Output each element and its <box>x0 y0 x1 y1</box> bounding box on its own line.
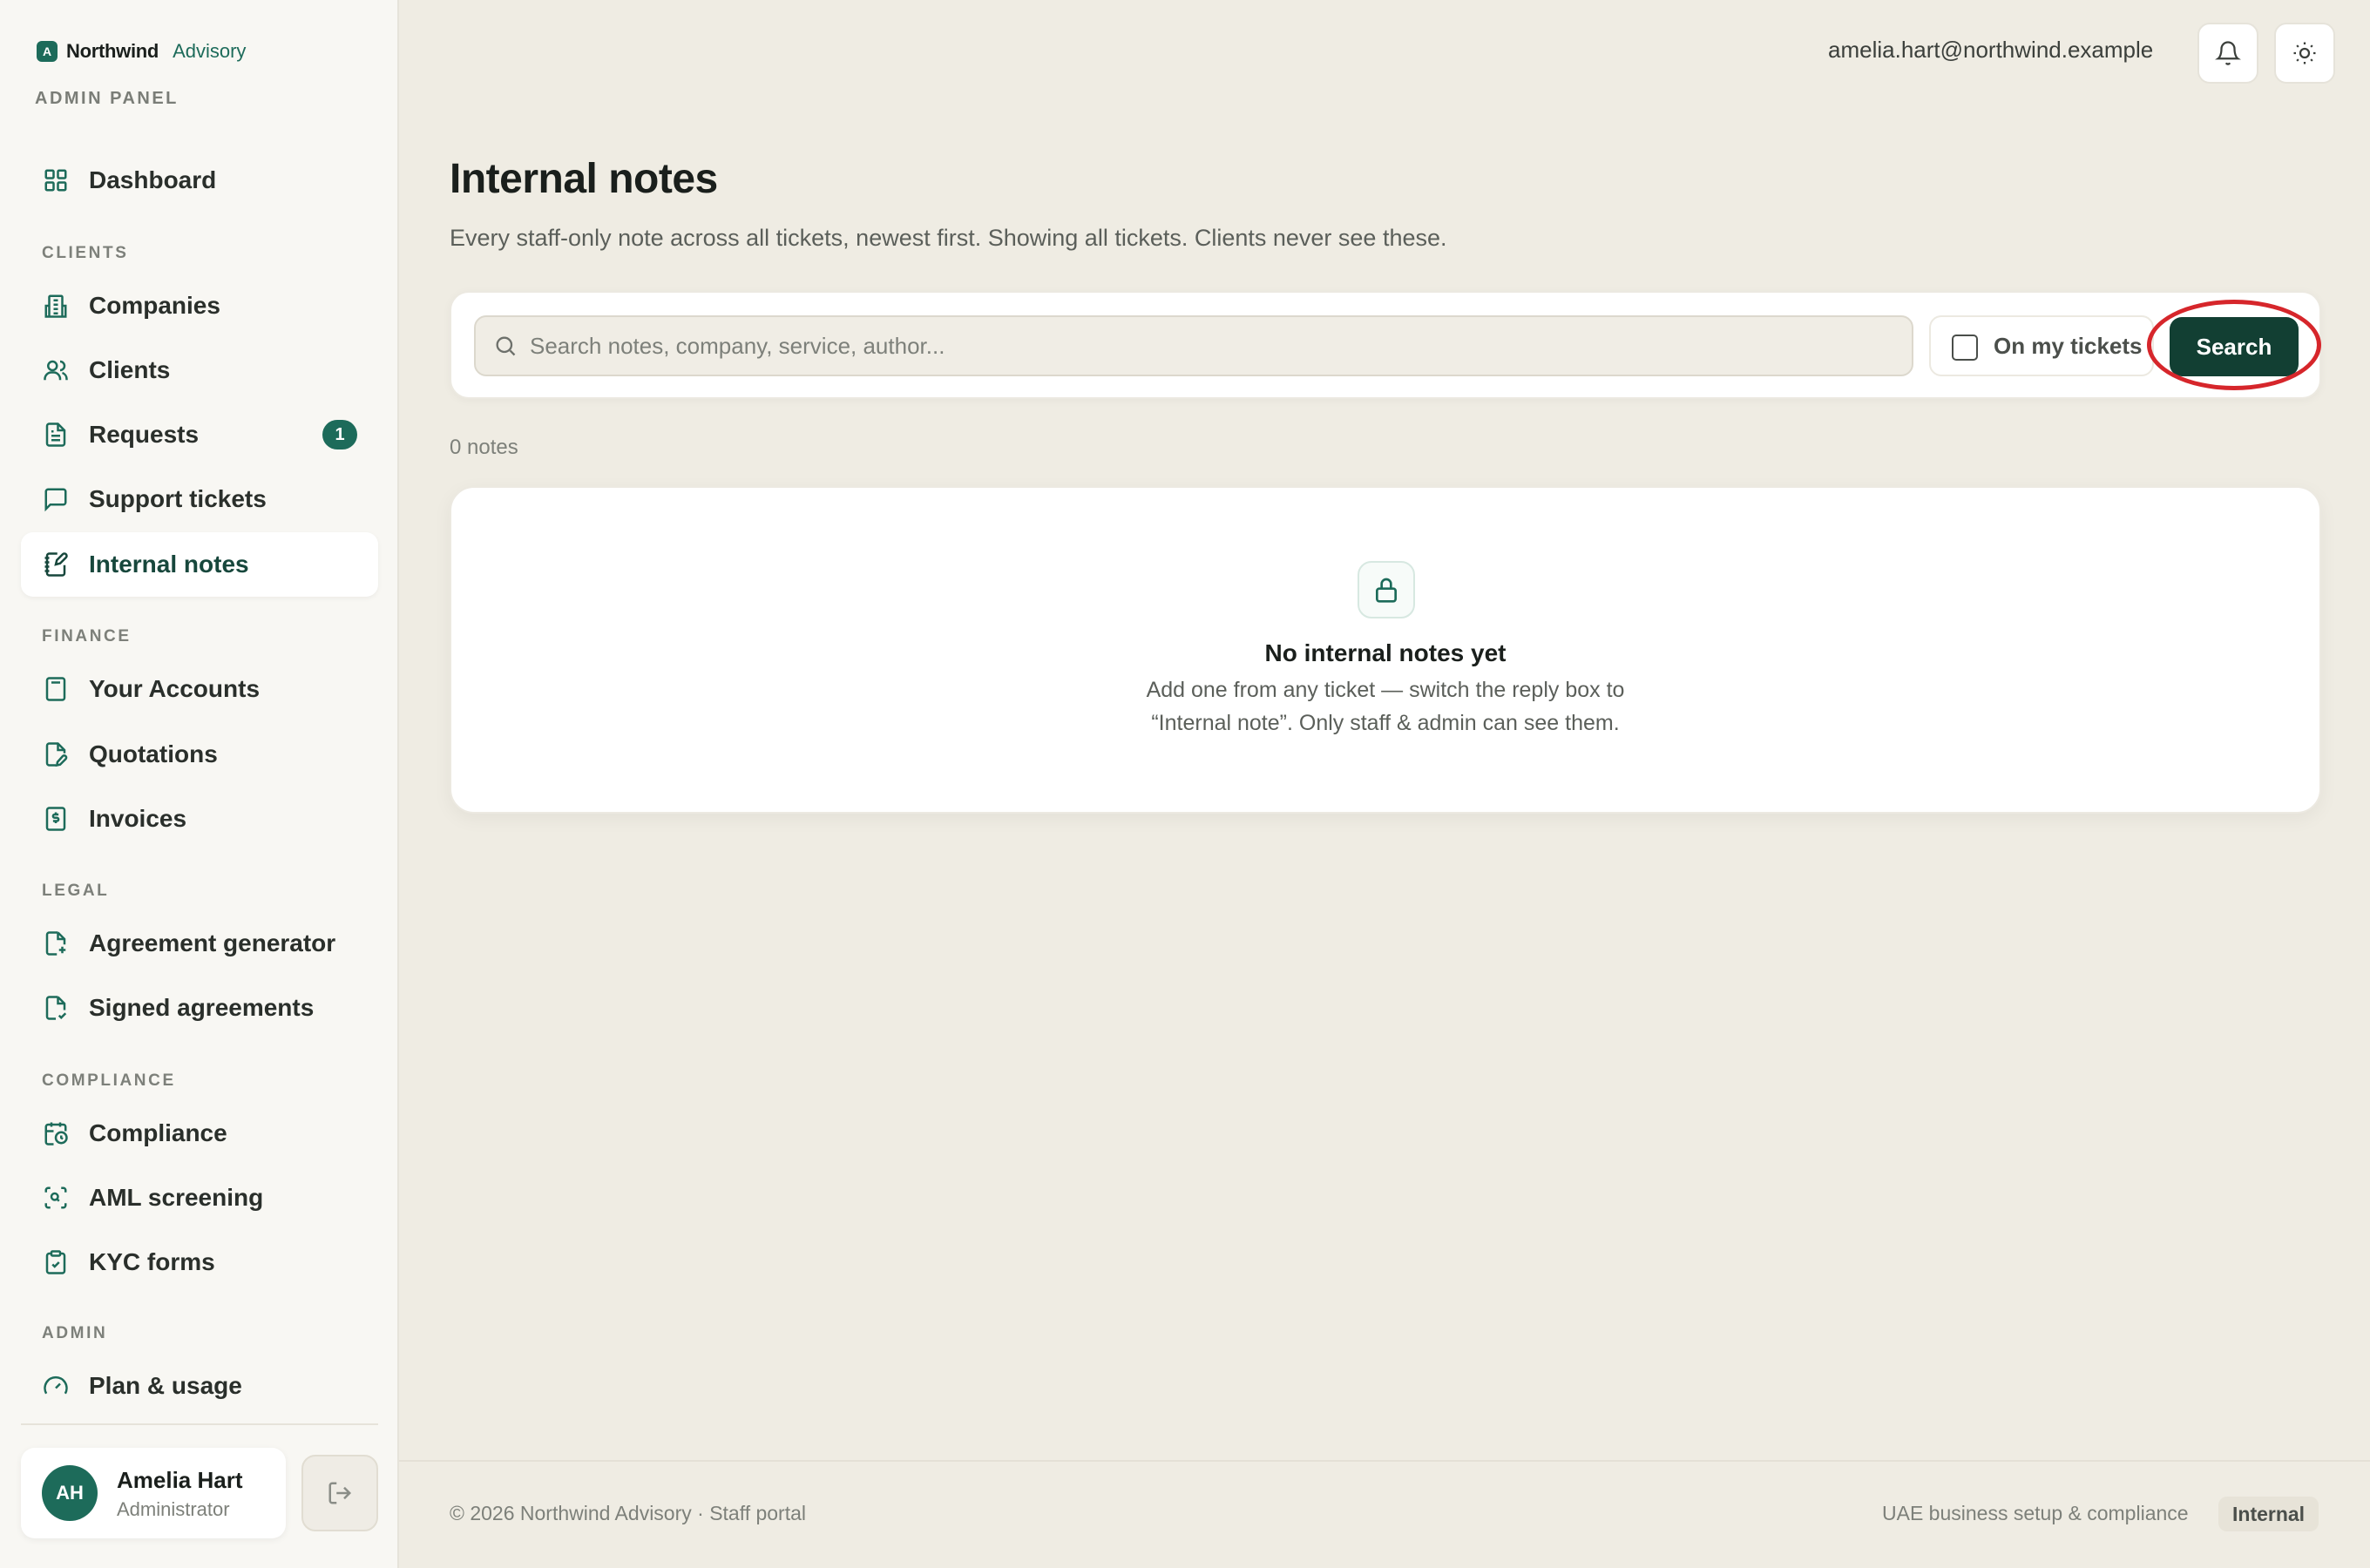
users-icon <box>42 356 70 384</box>
brand-name: Northwind <box>66 40 159 62</box>
sidebar-item-invoices[interactable]: Invoices <box>21 787 378 851</box>
sidebar-item-label: KYC forms <box>89 1248 215 1275</box>
on-my-tickets-label: On my tickets <box>1994 333 2143 359</box>
admin-panel-label: ADMIN PANEL <box>35 89 179 108</box>
search-field[interactable] <box>474 315 1913 376</box>
sidebar-item-kyc-forms[interactable]: KYC forms <box>21 1230 378 1294</box>
sidebar-item-aml-screening[interactable]: AML screening <box>21 1166 378 1230</box>
section-legal: LEGAL <box>42 882 110 900</box>
sidebar-item-label: Your Accounts <box>89 675 261 702</box>
search-icon <box>493 334 518 358</box>
notebook-icon <box>42 551 70 578</box>
gauge-icon <box>42 1372 70 1400</box>
document-icon <box>42 421 70 449</box>
page-subtitle: Every staff-only note across all tickets… <box>450 225 1447 251</box>
empty-state-title: No internal notes yet <box>1264 639 1507 666</box>
sidebar-item-your-accounts[interactable]: Your Accounts <box>21 657 378 721</box>
sidebar-item-label: Quotations <box>89 740 218 767</box>
lock-icon <box>1372 576 1400 604</box>
sidebar-item-label: Requests <box>89 421 200 448</box>
sidebar-item-label: Invoices <box>89 805 187 832</box>
section-compliance: COMPLIANCE <box>42 1071 176 1090</box>
sidebar-item-label: Companies <box>89 292 220 319</box>
notifications-button[interactable] <box>2197 23 2258 84</box>
footer-internal-badge: Internal <box>2218 1497 2319 1531</box>
user-card[interactable]: AH Amelia Hart Administrator <box>21 1448 286 1538</box>
sidebar-item-requests[interactable]: Requests 1 <box>21 402 378 467</box>
calendar-clock-icon <box>42 1119 70 1147</box>
sidebar-item-label: Agreement generator <box>89 929 336 956</box>
section-finance: FINANCE <box>42 627 132 645</box>
section-admin: ADMIN <box>42 1324 108 1342</box>
section-clients: CLIENTS <box>42 244 129 262</box>
brand[interactable]: A Northwind Advisory <box>37 40 246 63</box>
page-title: Internal notes <box>450 156 718 202</box>
footer-divider <box>399 1460 2370 1462</box>
sidebar-item-label: Support tickets <box>89 485 267 512</box>
empty-state-text-line2: “Internal note”. Only staff & admin can … <box>1151 711 1620 735</box>
sidebar-item-plan-usage[interactable]: Plan & usage <box>21 1354 378 1418</box>
on-my-tickets-checkbox[interactable] <box>1952 335 1978 361</box>
sidebar-item-label: Signed agreements <box>89 994 315 1021</box>
header-user-email: amelia.hart@northwind.example <box>1828 37 2154 63</box>
sidebar-item-signed-agreements[interactable]: Signed agreements <box>21 976 378 1040</box>
sidebar-item-support-tickets[interactable]: Support tickets <box>21 467 378 531</box>
file-edit-icon <box>42 740 70 768</box>
sidebar-item-compliance[interactable]: Compliance <box>21 1101 378 1166</box>
search-button[interactable]: Search <box>2170 317 2299 376</box>
on-my-tickets-toggle[interactable]: On my tickets <box>1929 315 2154 376</box>
notes-count: 0 notes <box>450 436 518 459</box>
logout-button[interactable] <box>301 1455 378 1531</box>
user-name: Amelia Hart <box>117 1467 243 1493</box>
logout-icon <box>327 1480 353 1506</box>
sidebar-item-quotations[interactable]: Quotations <box>21 722 378 787</box>
footer-copyright: © 2026 Northwind Advisory · Staff portal <box>450 1502 807 1524</box>
sidebar-item-label: Internal notes <box>89 551 249 578</box>
file-check-icon <box>42 994 70 1022</box>
sidebar-item-label: Plan & usage <box>89 1372 242 1399</box>
user-role: Administrator <box>117 1498 230 1520</box>
receipt-icon <box>42 805 70 833</box>
sidebar-item-label: Dashboard <box>89 166 217 193</box>
clipboard-check-icon <box>42 1248 70 1276</box>
building-icon <box>42 292 70 320</box>
sidebar-item-label: Clients <box>89 356 171 383</box>
calculator-icon <box>42 675 70 703</box>
bell-icon <box>2215 40 2241 66</box>
brand-sub: Advisory <box>173 40 247 62</box>
file-plus-icon <box>42 929 70 957</box>
search-input[interactable] <box>530 317 1898 375</box>
brand-logo: A <box>37 41 58 62</box>
sidebar-divider <box>21 1423 378 1425</box>
requests-count-badge: 1 <box>322 420 357 449</box>
theme-toggle-button[interactable] <box>2274 23 2335 84</box>
sidebar-item-label: AML screening <box>89 1184 264 1211</box>
sidebar-item-dashboard[interactable]: Dashboard <box>21 148 378 213</box>
grid-icon <box>42 166 70 194</box>
sun-icon <box>2292 40 2318 66</box>
footer-tagline: UAE business setup & compliance <box>1882 1502 2189 1524</box>
sidebar-item-companies[interactable]: Companies <box>21 274 378 338</box>
sidebar-item-clients[interactable]: Clients <box>21 338 378 402</box>
sidebar-item-label: Compliance <box>89 1119 227 1146</box>
avatar: AH <box>42 1465 98 1521</box>
sidebar-item-agreement-generator[interactable]: Agreement generator <box>21 911 378 976</box>
empty-state-text-line1: Add one from any ticket — switch the rep… <box>1146 678 1625 702</box>
sidebar-item-internal-notes[interactable]: Internal notes <box>21 532 378 597</box>
sidebar: A Northwind Advisory ADMIN PANEL Dashboa… <box>0 0 399 1568</box>
search-panel: On my tickets Search <box>450 291 2321 399</box>
empty-state-card: No internal notes yet Add one from any t… <box>450 486 2321 814</box>
chat-icon <box>42 485 70 513</box>
scan-icon <box>42 1184 70 1212</box>
empty-state-icon-box <box>1358 561 1415 618</box>
